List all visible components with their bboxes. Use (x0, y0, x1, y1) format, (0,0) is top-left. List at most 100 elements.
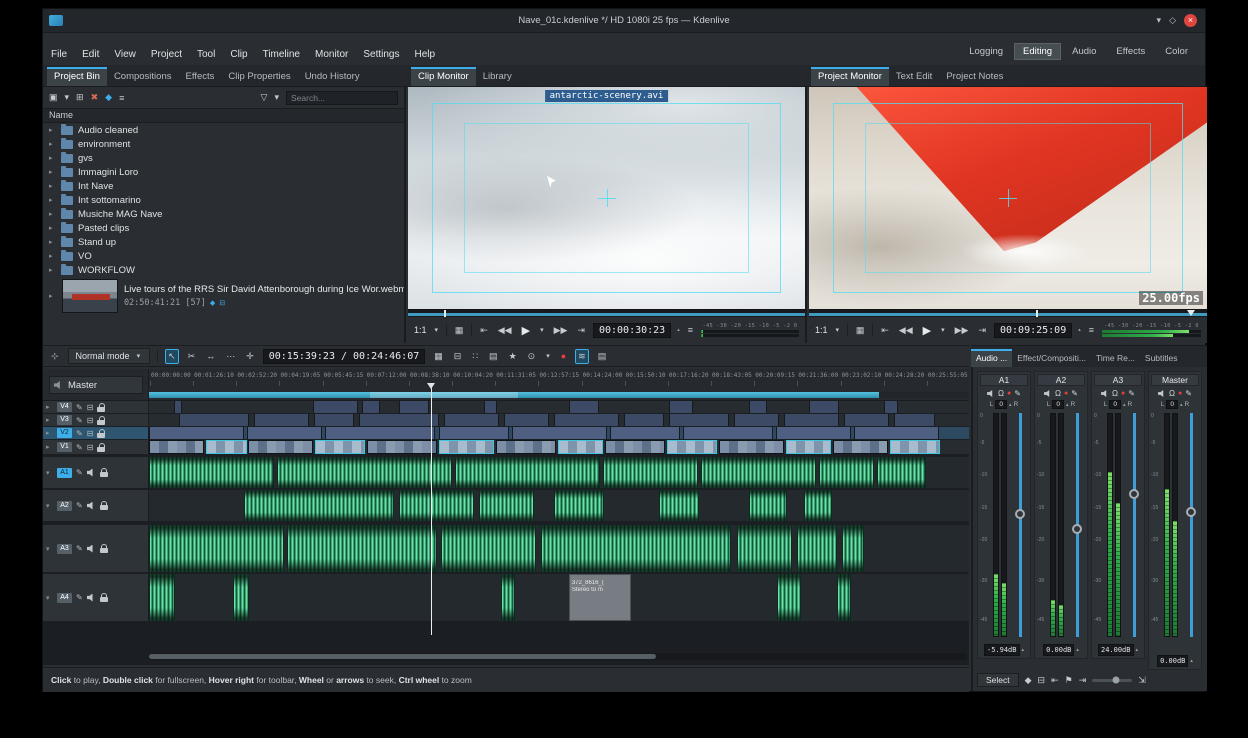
menu-tool[interactable]: Tool (197, 49, 215, 60)
timeline-horizontal-scrollbar[interactable] (149, 653, 967, 660)
hide-track-icon[interactable]: ⊟ (87, 443, 94, 452)
lock-icon[interactable] (97, 447, 105, 452)
audio-clip[interactable]: 372_8616_(Stereo to m (569, 574, 631, 621)
video-clip[interactable] (367, 440, 437, 454)
lock-icon[interactable] (97, 420, 105, 425)
effects-icon[interactable]: ✎ (1071, 389, 1078, 398)
delete-icon[interactable]: ✖ (91, 92, 99, 103)
db-value[interactable]: 0.00dB (1043, 644, 1074, 656)
speaker-icon[interactable] (87, 469, 96, 477)
tab-time-re[interactable]: Time Re... (1091, 349, 1140, 367)
filter-icon[interactable]: ▽ (261, 92, 268, 103)
mixer-toggle-icon[interactable]: ≋ (575, 349, 589, 364)
solo-icon[interactable]: Ω (1112, 389, 1118, 398)
spin-icon[interactable]: ▴ (1076, 647, 1079, 653)
zone-start-icon[interactable]: ⇤ (879, 324, 891, 337)
bin-name-column-header[interactable]: Name (43, 109, 404, 123)
bin-menu-icon[interactable]: ≡ (119, 93, 124, 103)
chevron-right-icon[interactable]: ▸ (49, 266, 56, 274)
bin-folder-row[interactable]: ▸Audio cleaned (43, 123, 404, 137)
db-value[interactable]: 24.00dB (1098, 644, 1134, 656)
workspace-logging[interactable]: Logging (960, 43, 1012, 60)
track-lane-a4[interactable]: 372_8616_(Stereo to m (149, 574, 969, 621)
timeline-edit-icon[interactable]: ✎ (76, 429, 83, 438)
video-clip[interactable] (174, 401, 182, 413)
chevron-right-icon[interactable]: ▸ (49, 238, 56, 246)
video-clip[interactable] (776, 427, 851, 439)
track-tag[interactable]: A1 (57, 468, 72, 478)
chevron-icon[interactable]: ▸ (46, 443, 53, 451)
zone-end-icon[interactable]: ⇥ (976, 324, 988, 337)
video-clip[interactable] (512, 427, 607, 439)
video-clip[interactable] (359, 414, 439, 426)
hide-track-icon[interactable]: ⊟ (87, 403, 94, 412)
hide-track-icon[interactable]: ⊟ (87, 416, 94, 425)
clip-monitor-seekbar[interactable] (408, 309, 805, 317)
record-icon[interactable]: ● (1007, 390, 1011, 397)
effects-icon[interactable]: ✎ (1014, 389, 1021, 398)
zone-start-icon[interactable]: ⇤ (478, 324, 490, 337)
spacer-tool-icon[interactable]: ↔ (204, 350, 217, 362)
tab-audio[interactable]: Audio ... (971, 349, 1012, 367)
hide-track-icon[interactable]: ⊟ (87, 429, 94, 438)
track-tag[interactable]: V3 (57, 415, 72, 425)
audio-clip[interactable] (149, 525, 284, 572)
audio-clip[interactable] (842, 525, 864, 572)
chevron-right-icon[interactable]: ▸ (49, 210, 56, 218)
audio-clip[interactable] (701, 457, 816, 488)
timecode-spin-icon[interactable]: ▴ (1078, 327, 1081, 333)
workspace-color[interactable]: Color (1156, 43, 1197, 60)
audio-clip[interactable] (233, 574, 249, 621)
chevron-icon[interactable]: ▸ (46, 403, 53, 411)
track-lane-a2[interactable] (149, 490, 969, 521)
tab-project-monitor[interactable]: Project Monitor (811, 67, 889, 86)
record-icon[interactable]: ● (1178, 390, 1182, 397)
timeline-timecode[interactable]: 00:15:39:23 / 00:24:46:07 (263, 349, 426, 364)
audio-clip[interactable] (244, 490, 394, 521)
track-lane-v4[interactable] (149, 401, 969, 413)
audio-clip[interactable] (399, 490, 474, 521)
mix-clips-icon[interactable]: ▦ (432, 350, 445, 363)
video-clip[interactable] (624, 414, 664, 426)
effects-icon[interactable]: ✎ (1185, 389, 1192, 398)
track-tag[interactable]: V1 (57, 442, 72, 452)
speaker-icon[interactable] (87, 545, 96, 553)
video-clip[interactable] (149, 427, 244, 439)
filter-caret-icon[interactable]: ▾ (274, 92, 279, 103)
workspace-editing[interactable]: Editing (1014, 43, 1061, 60)
project-monitor-timecode[interactable]: 00:09:25:09 (994, 323, 1072, 338)
resize-grip-icon[interactable]: ⇲ (1138, 675, 1146, 686)
razor-tool-icon[interactable]: ✂ (186, 350, 198, 363)
timecode-spin-icon[interactable]: ▴ (677, 327, 680, 333)
audio-clip[interactable] (149, 574, 175, 621)
bin-folder-row[interactable]: ▸Musiche MAG Nave (43, 207, 404, 221)
video-clip[interactable] (484, 401, 496, 413)
zoom-caret-icon[interactable]: ▾ (433, 325, 441, 335)
volume-fader[interactable] (1014, 413, 1026, 637)
edit-mode-dropdown[interactable]: Normal mode ▾ (68, 348, 151, 364)
menu-view[interactable]: View (114, 49, 136, 60)
audio-clip[interactable] (797, 525, 837, 572)
track-header-a1[interactable]: ▾A1✎ (43, 457, 149, 488)
video-clip[interactable] (854, 427, 939, 439)
subtitle-toggle-icon[interactable]: ▤ (596, 350, 609, 363)
search-input[interactable] (286, 91, 398, 105)
speaker-icon[interactable] (87, 502, 96, 510)
fader-handle[interactable] (1186, 507, 1196, 517)
track-lane-v2[interactable] (149, 427, 969, 439)
video-clip[interactable] (749, 401, 767, 413)
rewind-icon[interactable]: ◀◀ (897, 324, 915, 337)
audio-clip[interactable] (749, 490, 787, 521)
volume-fader[interactable] (1071, 413, 1083, 637)
spin-icon[interactable]: ▴ (1190, 658, 1193, 664)
tab-project-bin[interactable]: Project Bin (47, 67, 107, 86)
track-tag[interactable]: V4 (57, 402, 72, 412)
marker-icon[interactable]: ⚑ (1065, 675, 1073, 686)
play-options-caret-icon[interactable]: ▾ (939, 325, 947, 335)
video-clip[interactable] (890, 440, 940, 454)
rewind-icon[interactable]: ◀◀ (496, 324, 514, 337)
timeline-playhead[interactable] (431, 383, 432, 635)
insert-mode-icon[interactable]: ∷ (470, 350, 480, 363)
bin-clip-row[interactable]: ▸Live tours of the RRS Sir David Attenbo… (43, 277, 404, 315)
tab-compositions[interactable]: Compositions (107, 67, 179, 86)
